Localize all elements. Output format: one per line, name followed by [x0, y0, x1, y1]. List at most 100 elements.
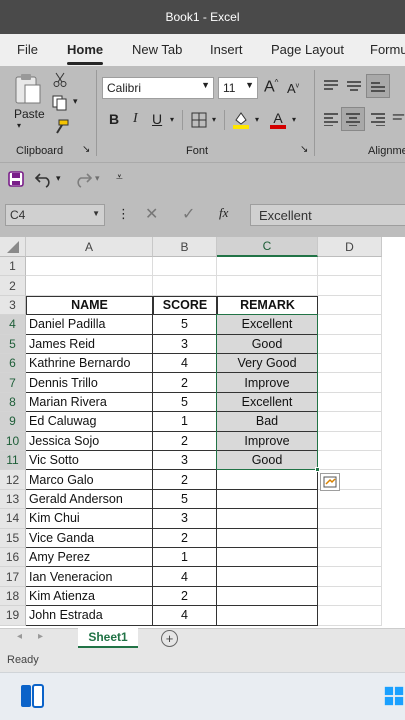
row-header[interactable]: 12	[0, 470, 26, 490]
cell[interactable]	[318, 295, 382, 316]
score-cell[interactable]: 3	[153, 334, 217, 354]
cell[interactable]	[318, 586, 382, 607]
select-all-corner[interactable]	[0, 237, 26, 257]
name-cell[interactable]: Marco Galo	[26, 470, 153, 490]
cell[interactable]	[318, 354, 382, 374]
score-cell[interactable]: 2	[153, 586, 217, 607]
row-header[interactable]: 16	[0, 548, 26, 568]
cell[interactable]	[318, 509, 382, 529]
name-cell[interactable]: Marian Rivera	[26, 392, 153, 413]
remark-cell[interactable]: Good	[217, 334, 318, 354]
cell[interactable]	[318, 606, 382, 626]
shrink-font-icon[interactable]: Av	[287, 81, 299, 96]
cell[interactable]	[318, 257, 382, 277]
cell[interactable]	[318, 392, 382, 413]
save-icon[interactable]	[7, 170, 25, 188]
column-header-d[interactable]: D	[318, 237, 382, 257]
row-header[interactable]: 6	[0, 354, 26, 374]
score-cell[interactable]: 4	[153, 606, 217, 626]
name-cell[interactable]: Ed Caluwag	[26, 412, 153, 432]
column-header-b[interactable]: B	[153, 237, 217, 257]
fill-handle[interactable]	[315, 467, 320, 473]
score-cell[interactable]: 1	[153, 412, 217, 432]
name-cell[interactable]: John Estrada	[26, 606, 153, 626]
remark-cell[interactable]: Bad	[217, 412, 318, 432]
score-cell[interactable]: 4	[153, 567, 217, 587]
row-header[interactable]: 15	[0, 528, 26, 548]
cell[interactable]	[318, 431, 382, 451]
cell[interactable]	[318, 489, 382, 510]
more-options-icon[interactable]: ⋮	[117, 206, 130, 222]
undo-dropdown-icon[interactable]: ▾	[56, 173, 61, 184]
remark-cell[interactable]: Good	[217, 451, 318, 471]
header-cell-remark[interactable]: REMARK	[217, 295, 318, 316]
score-cell[interactable]: 5	[153, 392, 217, 413]
prev-sheet-icon[interactable]: ◂	[17, 631, 22, 642]
remark-cell[interactable]: Excellent	[217, 392, 318, 413]
cell[interactable]	[318, 528, 382, 548]
row-header[interactable]: 8	[0, 392, 26, 413]
column-header-c[interactable]: C	[217, 237, 318, 257]
column-header-a[interactable]: A	[26, 237, 153, 257]
cell[interactable]	[217, 276, 318, 296]
paste-icon[interactable]	[12, 72, 44, 106]
add-sheet-icon[interactable]: +	[161, 630, 178, 647]
cell[interactable]	[318, 567, 382, 587]
redo-dropdown-icon[interactable]: ▾	[95, 173, 100, 184]
snap-layout-icon[interactable]	[19, 683, 45, 709]
remark-cell[interactable]	[217, 586, 318, 607]
score-cell[interactable]: 1	[153, 548, 217, 568]
fill-color-icon[interactable]	[232, 110, 250, 130]
cell[interactable]	[318, 315, 382, 335]
align-top-icon[interactable]	[322, 78, 340, 94]
name-cell[interactable]: Gerald Anderson	[26, 489, 153, 510]
name-cell[interactable]: James Reid	[26, 334, 153, 354]
cell[interactable]	[318, 412, 382, 432]
copy-icon[interactable]	[51, 94, 71, 112]
row-header[interactable]: 5	[0, 334, 26, 354]
tab-home[interactable]: Home	[67, 42, 103, 57]
row-header[interactable]: 7	[0, 373, 26, 393]
row-header[interactable]: 4	[0, 315, 26, 335]
clipboard-launcher-icon[interactable]: ↘	[82, 144, 90, 155]
align-left-icon[interactable]	[322, 111, 340, 127]
name-cell[interactable]: Jessica Sojo	[26, 431, 153, 451]
name-cell[interactable]: Vic Sotto	[26, 451, 153, 471]
tab-file[interactable]: File	[17, 42, 38, 57]
undo-icon[interactable]	[33, 169, 55, 189]
cell[interactable]	[153, 276, 217, 296]
remark-cell[interactable]: Improve	[217, 431, 318, 451]
cell[interactable]	[26, 276, 153, 296]
score-cell[interactable]: 5	[153, 315, 217, 335]
row-header[interactable]: 13	[0, 489, 26, 510]
row-header[interactable]: 1	[0, 257, 26, 277]
grow-font-icon[interactable]: A^	[264, 78, 278, 96]
borders-dropdown-icon[interactable]: ▾	[212, 115, 216, 124]
score-cell[interactable]: 2	[153, 373, 217, 393]
insert-function-icon[interactable]: fx	[219, 205, 228, 221]
fill-color-dropdown-icon[interactable]: ▾	[255, 115, 259, 124]
score-cell[interactable]: 4	[153, 354, 217, 374]
next-sheet-icon[interactable]: ▸	[38, 631, 43, 642]
row-header[interactable]: 19	[0, 606, 26, 626]
worksheet-grid[interactable]: ABCD 1 2 3 4 5 6 7 8 9 10 11 12 13 14 15 16 17 18 19 NAME S…	[0, 237, 405, 628]
format-painter-icon[interactable]	[52, 118, 70, 136]
tab-formulas[interactable]: Formu	[370, 42, 405, 57]
score-cell[interactable]: 2	[153, 528, 217, 548]
row-header[interactable]: 9	[0, 412, 26, 432]
font-launcher-icon[interactable]: ↘	[300, 144, 308, 155]
name-cell[interactable]: Daniel Padilla	[26, 315, 153, 335]
header-cell-score[interactable]: SCORE	[153, 295, 217, 316]
wrap-text-icon[interactable]	[392, 111, 405, 127]
score-cell[interactable]: 2	[153, 470, 217, 490]
align-right-icon[interactable]	[369, 111, 387, 127]
tab-page-layout[interactable]: Page Layout	[271, 42, 344, 57]
cell[interactable]	[153, 257, 217, 277]
italic-button[interactable]: I	[133, 111, 138, 127]
remark-cell[interactable]: Excellent	[217, 315, 318, 335]
borders-icon[interactable]	[190, 111, 208, 129]
cell[interactable]	[318, 276, 382, 296]
font-color-icon[interactable]: A	[268, 109, 288, 131]
remark-cell[interactable]: Improve	[217, 373, 318, 393]
row-header[interactable]: 11	[0, 451, 26, 471]
